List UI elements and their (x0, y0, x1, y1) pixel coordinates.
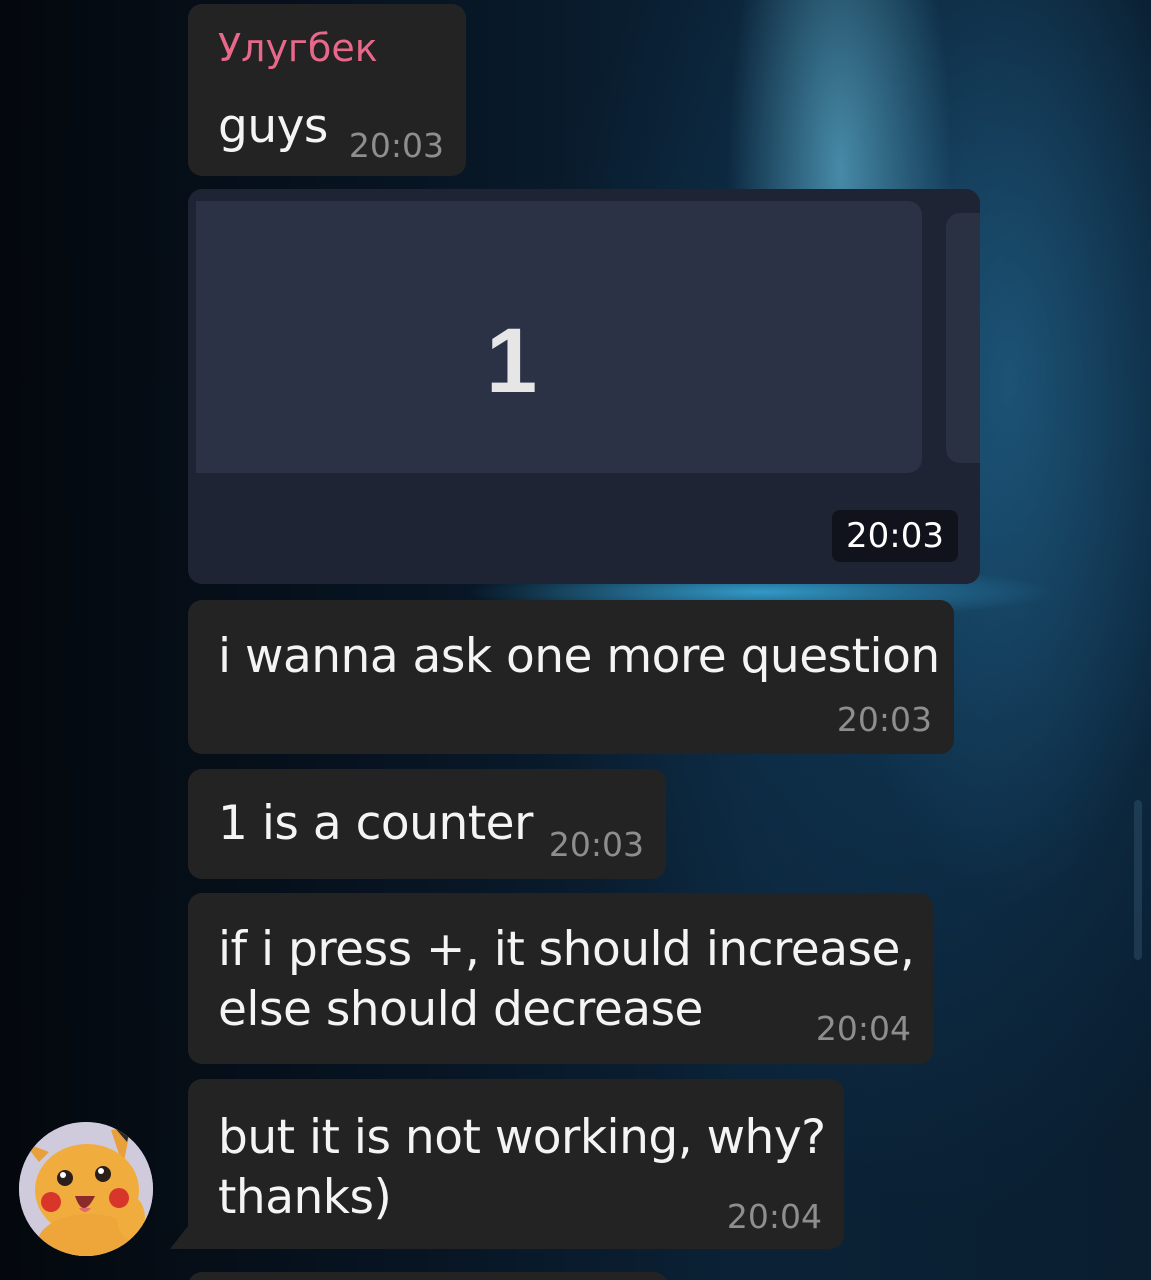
photo-counter-value: 1 (486, 310, 538, 412)
message-time: 20:03 (836, 700, 932, 739)
message-text: guys (218, 99, 328, 154)
message-text: 1 is a counter (218, 796, 533, 851)
message-text-line: if i press +, it should increase, (218, 922, 915, 977)
message-bubble[interactable]: i wanna ask one more question 20:03 (188, 600, 954, 754)
photo-counter-panel: 1 (196, 201, 922, 473)
message-time: 20:04 (726, 1197, 822, 1236)
pikachu-icon (19, 1122, 153, 1256)
message-time: 20:03 (348, 126, 444, 165)
message-bubble[interactable]: Улугбек guys 20:03 (188, 4, 466, 176)
message-bubble[interactable]: if i press +, it should increase, else s… (188, 893, 933, 1064)
message-text-line: but it is not working, why? (218, 1110, 826, 1165)
sender-name[interactable]: Улугбек (218, 26, 378, 70)
message-bubble[interactable]: 1 is a counter 20:03 (188, 769, 666, 879)
message-text: i wanna ask one more question (218, 629, 940, 684)
photo-time: 20:03 (832, 510, 958, 562)
message-time: 20:04 (815, 1009, 911, 1048)
message-text-line: thanks) (218, 1170, 392, 1225)
message-bubble[interactable]: but it is not working, why? thanks) 20:0… (188, 1079, 844, 1249)
scrollbar[interactable] (1134, 800, 1142, 960)
photo-message[interactable]: 1 20:03 (188, 189, 980, 584)
message-bubble-partial[interactable] (188, 1272, 668, 1280)
message-time: 20:03 (548, 825, 644, 864)
bubble-tail (170, 1226, 188, 1249)
message-text-line: else should decrease (218, 982, 703, 1037)
photo-side-panel (946, 213, 980, 463)
pikachu-avatar-icon[interactable] (19, 1122, 153, 1256)
